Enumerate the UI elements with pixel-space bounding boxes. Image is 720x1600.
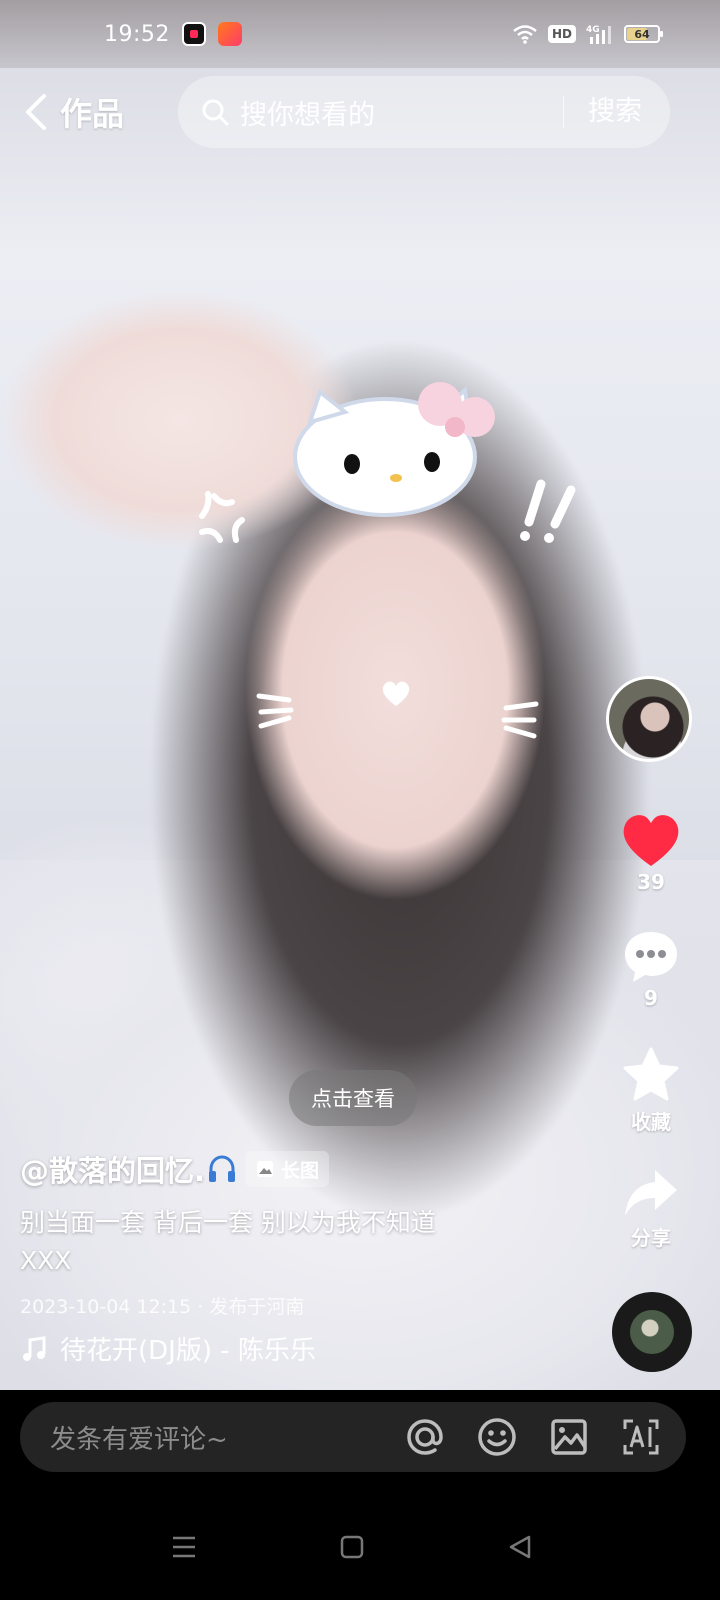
exclamation-sticker — [520, 479, 576, 543]
signal-icon: 4G — [586, 25, 611, 44]
hello-kitty-sticker — [293, 382, 495, 517]
author-name[interactable]: @散落的回忆. — [20, 1148, 205, 1190]
system-nav-bar — [0, 1500, 720, 1600]
share-button[interactable]: 分享 — [606, 1166, 696, 1251]
favorite-button[interactable]: 收藏 — [606, 1046, 696, 1135]
image-icon — [551, 1419, 587, 1455]
battery-level: 64 — [634, 27, 650, 41]
music-title: 待花开(DJ版) - 陈乐乐 — [60, 1336, 316, 1366]
like-count: 39 — [637, 870, 665, 894]
headphone-icon — [209, 1155, 236, 1182]
back-button[interactable]: 作品 — [22, 76, 124, 148]
at-icon — [407, 1419, 443, 1455]
music-note-icon — [23, 1335, 46, 1361]
status-time: 19:52 — [104, 21, 170, 47]
back-triangle-icon — [509, 1535, 531, 1559]
long-image-label: 长图 — [281, 1159, 320, 1182]
post-description: 别当面一套 背后一套 别以为我不知道 XXX — [20, 1204, 540, 1280]
home-icon — [340, 1535, 364, 1559]
ai-button[interactable] — [616, 1412, 666, 1462]
search-placeholder: 搜你想看的 — [240, 99, 375, 131]
comment-bar: 发条有爱评论~ — [0, 1390, 720, 1500]
view-hint-button[interactable]: 点击查看 — [289, 1070, 417, 1126]
comment-bubble-icon — [625, 932, 677, 982]
like-button[interactable]: 39 — [606, 812, 696, 894]
music-cover — [630, 1310, 674, 1354]
long-image-tag: 长图 — [245, 1151, 330, 1187]
menu-icon — [173, 1536, 195, 1558]
screen-record-icon — [181, 22, 206, 46]
music-row[interactable]: 待花开(DJ版) - 陈乐乐 — [20, 1330, 316, 1367]
search-divider — [563, 96, 564, 128]
page-title: 作品 — [60, 95, 125, 133]
emoji-button[interactable] — [472, 1412, 522, 1462]
emoji-icon — [478, 1418, 516, 1456]
search-input[interactable]: 搜你想看的 搜索 — [178, 76, 670, 148]
anger-mark-sticker — [199, 491, 245, 543]
search-button[interactable]: 搜索 — [588, 76, 642, 148]
ai-icon — [623, 1419, 659, 1455]
image-button[interactable] — [544, 1412, 594, 1462]
comment-button[interactable]: 9 — [606, 928, 696, 1010]
author-row: @散落的回忆. 长图 — [20, 1148, 330, 1190]
top-nav: 作品 搜你想看的 搜索 — [0, 76, 720, 148]
system-back-button[interactable] — [490, 1522, 550, 1572]
network-type-label: 4G — [586, 25, 600, 35]
kuaishou-app-icon — [217, 22, 242, 46]
mention-button[interactable] — [400, 1412, 450, 1462]
recent-apps-button[interactable] — [154, 1522, 214, 1572]
share-arrow-icon — [625, 1170, 677, 1216]
star-icon — [623, 1047, 679, 1101]
battery-icon: 64 — [624, 25, 663, 43]
heart-nose-sticker — [382, 681, 410, 706]
share-label: 分享 — [631, 1226, 671, 1250]
heart-icon — [623, 815, 679, 866]
hd-icon: HD — [547, 25, 576, 43]
description-line-1: 别当面一套 背后一套 别以为我不知道 — [20, 1208, 436, 1237]
post-meta: 2023-10-04 12:15 · 发布于河南 — [20, 1296, 305, 1318]
favorite-label: 收藏 — [631, 1110, 671, 1134]
comment-count: 9 — [644, 986, 658, 1010]
comment-input[interactable]: 发条有爱评论~ — [20, 1402, 686, 1472]
search-icon — [200, 97, 230, 127]
back-arrow-icon — [26, 94, 46, 130]
comment-placeholder: 发条有爱评论~ — [50, 1424, 228, 1455]
author-avatar[interactable] — [606, 676, 692, 762]
whisker-right-sticker — [501, 701, 539, 739]
image-tag-icon — [257, 1161, 274, 1177]
music-disc-button[interactable] — [612, 1292, 692, 1372]
description-line-2: XXX — [20, 1246, 72, 1275]
status-bar: 19:52 HD 4G 64 — [0, 0, 720, 68]
wifi-icon — [513, 25, 537, 44]
whisker-left-sticker — [256, 693, 294, 729]
home-button[interactable] — [322, 1522, 382, 1572]
